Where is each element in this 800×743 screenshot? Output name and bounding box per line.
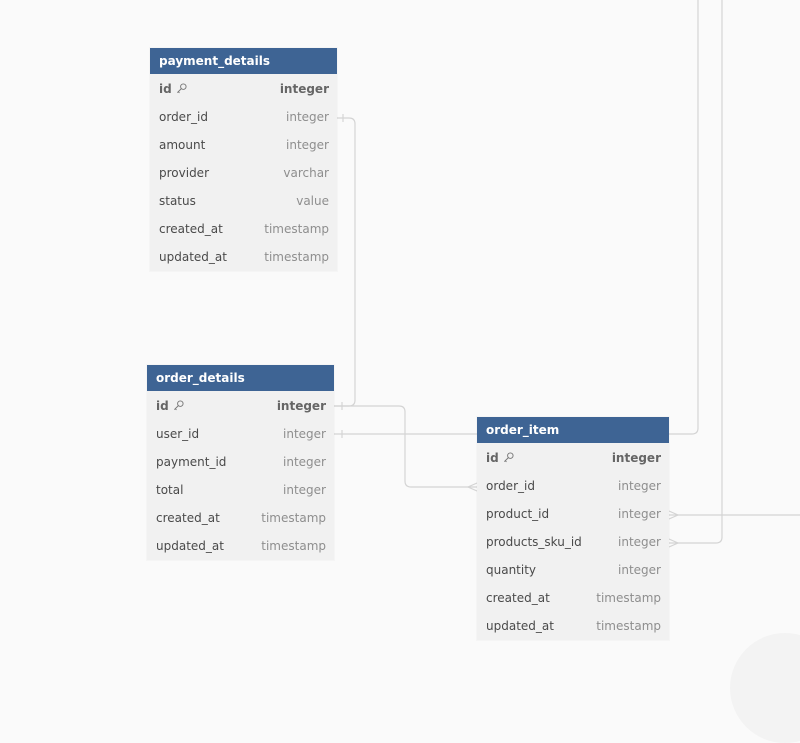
column-name-wrap: id	[159, 82, 187, 96]
background-decoration	[730, 633, 800, 743]
column-name: order_id	[159, 110, 208, 124]
column-row[interactable]: product_id integer	[477, 500, 669, 528]
column-type: integer	[276, 399, 326, 413]
column-type: integer	[618, 507, 661, 521]
table-order-item[interactable]: order_item id integer order_id integer produc…	[477, 417, 669, 640]
column-name-wrap: status	[159, 194, 196, 208]
column-name: updated_at	[156, 539, 224, 553]
table-header[interactable]: payment_details	[150, 48, 337, 75]
column-row[interactable]: updated_at timestamp	[147, 532, 334, 560]
column-name: id	[159, 82, 172, 96]
column-name: amount	[159, 138, 206, 152]
column-name: created_at	[486, 591, 550, 605]
column-name-wrap: created_at	[486, 591, 550, 605]
column-row[interactable]: updated_at timestamp	[477, 612, 669, 640]
relationship-lines	[334, 0, 800, 548]
column-name: total	[156, 483, 184, 497]
many-marker	[668, 538, 680, 548]
column-row[interactable]: total integer	[147, 476, 334, 504]
table-header[interactable]: order_details	[147, 365, 334, 392]
column-type: integer	[618, 563, 661, 577]
column-name-wrap: order_id	[486, 479, 535, 493]
column-name: order_id	[486, 479, 535, 493]
column-name: created_at	[159, 222, 223, 236]
column-row[interactable]: amount integer	[150, 131, 337, 159]
column-name-wrap: products_sku_id	[486, 535, 582, 549]
column-type: integer	[618, 535, 661, 549]
column-name: products_sku_id	[486, 535, 582, 549]
column-type: integer	[618, 479, 661, 493]
column-type: integer	[283, 483, 326, 497]
column-name: user_id	[156, 427, 200, 441]
column-row[interactable]: created_at timestamp	[150, 215, 337, 243]
column-name-wrap: id	[486, 451, 514, 465]
column-name: provider	[159, 166, 209, 180]
column-name: status	[159, 194, 196, 208]
column-type: integer	[283, 427, 326, 441]
column-type: timestamp	[596, 591, 661, 605]
column-name-wrap: order_id	[159, 110, 208, 124]
column-row[interactable]: id integer	[147, 392, 334, 420]
column-name: product_id	[486, 507, 550, 521]
column-name-wrap: updated_at	[156, 539, 224, 553]
column-type: integer	[286, 110, 329, 124]
column-type: integer	[286, 138, 329, 152]
column-row[interactable]: status value	[150, 187, 337, 215]
column-row[interactable]: quantity integer	[477, 556, 669, 584]
column-name-wrap: id	[156, 399, 184, 413]
column-name-wrap: payment_id	[156, 455, 226, 469]
key-icon	[176, 83, 187, 94]
column-name-wrap: total	[156, 483, 183, 497]
column-name-wrap: quantity	[486, 563, 536, 577]
key-icon	[173, 400, 184, 411]
column-type: timestamp	[261, 539, 326, 553]
column-row[interactable]: created_at timestamp	[147, 504, 334, 532]
column-name: updated_at	[486, 619, 554, 633]
table-header[interactable]: order_item	[477, 417, 669, 444]
column-name-wrap: updated_at	[486, 619, 554, 633]
column-type: integer	[283, 455, 326, 469]
link-payment-order-to-order-id	[334, 117, 356, 407]
column-row[interactable]: user_id integer	[147, 420, 334, 448]
link-user-id-offscreen	[334, 0, 699, 435]
column-row[interactable]: created_at timestamp	[477, 584, 669, 612]
table-order-details[interactable]: order_details id integer user_id integer paym…	[147, 365, 334, 560]
column-type: varchar	[283, 166, 329, 180]
many-marker	[466, 482, 478, 492]
column-type: timestamp	[261, 511, 326, 525]
column-name-wrap: provider	[159, 166, 209, 180]
column-row[interactable]: id integer	[150, 75, 337, 103]
column-type: timestamp	[596, 619, 661, 633]
key-icon	[503, 452, 514, 463]
column-name: id	[156, 399, 169, 413]
column-name-wrap: product_id	[486, 507, 549, 521]
column-name-wrap: created_at	[159, 222, 223, 236]
column-name-wrap: updated_at	[159, 250, 227, 264]
column-row[interactable]: updated_at timestamp	[150, 243, 337, 271]
link-order-id-to-orderitem-order-id	[334, 405, 477, 488]
column-type: timestamp	[264, 250, 329, 264]
column-name-wrap: user_id	[156, 427, 199, 441]
many-marker	[668, 510, 680, 520]
column-row[interactable]: payment_id integer	[147, 448, 334, 476]
column-name: payment_id	[156, 455, 227, 469]
column-name: id	[486, 451, 499, 465]
column-name-wrap: amount	[159, 138, 205, 152]
column-row[interactable]: provider varchar	[150, 159, 337, 187]
column-row[interactable]: products_sku_id integer	[477, 528, 669, 556]
column-row[interactable]: id integer	[477, 444, 669, 472]
column-type: integer	[611, 451, 661, 465]
column-type: value	[296, 194, 329, 208]
column-name: quantity	[486, 563, 537, 577]
column-row[interactable]: order_id integer	[150, 103, 337, 131]
table-payment-details[interactable]: payment_details id integer order_id integer a…	[150, 48, 337, 271]
diagram-canvas[interactable]: payment_details id integer order_id integer a…	[0, 0, 800, 743]
column-row[interactable]: order_id integer	[477, 472, 669, 500]
column-name: created_at	[156, 511, 220, 525]
column-name-wrap: created_at	[156, 511, 220, 525]
link-products-sku-id-offscreen	[669, 0, 723, 544]
column-type: timestamp	[264, 222, 329, 236]
column-name: updated_at	[159, 250, 227, 264]
column-type: integer	[279, 82, 329, 96]
